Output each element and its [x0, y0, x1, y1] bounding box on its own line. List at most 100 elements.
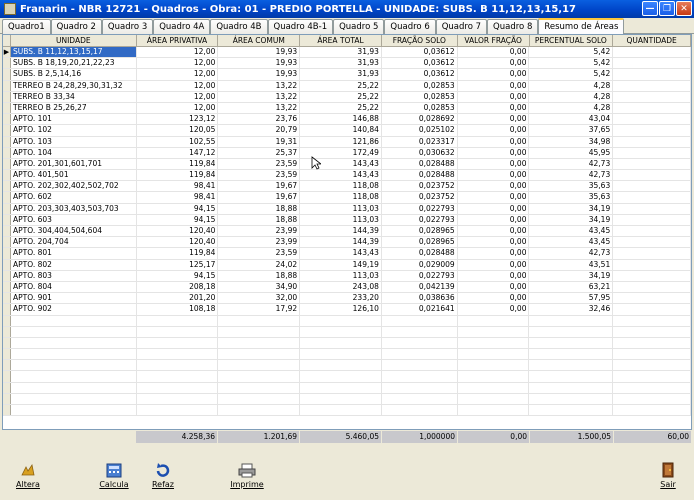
- tab-item[interactable]: Quadro 3: [101, 19, 154, 34]
- table-cell[interactable]: 120,40: [137, 226, 219, 237]
- table-cell[interactable]: 42,73: [529, 158, 614, 170]
- table-cell[interactable]: 0,00: [458, 102, 530, 114]
- row-indicator[interactable]: [3, 270, 11, 281]
- table-cell[interactable]: 34,19: [529, 270, 614, 281]
- table-cell[interactable]: APTO. 401,501: [11, 170, 137, 181]
- row-indicator[interactable]: [3, 203, 11, 214]
- table-cell[interactable]: 43,51: [529, 259, 614, 270]
- table-cell[interactable]: 19,67: [218, 181, 301, 192]
- table-cell[interactable]: TERREO B 24,28,29,30,31,32: [11, 80, 137, 91]
- table-cell[interactable]: 4,28: [529, 91, 614, 102]
- table-cell[interactable]: 57,95: [529, 293, 614, 304]
- table-cell[interactable]: [613, 170, 691, 181]
- table-cell[interactable]: APTO. 202,302,402,502,702: [11, 181, 137, 192]
- table-row[interactable]: APTO. 803 94,15 18,88 113,03 0,022793 0,00 34,…: [3, 270, 691, 282]
- table-cell[interactable]: 118,08: [300, 181, 382, 192]
- table-cell[interactable]: 0,02853: [382, 80, 458, 91]
- table-cell[interactable]: 34,98: [529, 136, 614, 147]
- close-button[interactable]: ✕: [676, 1, 692, 16]
- row-indicator[interactable]: [3, 259, 11, 270]
- tab-item[interactable]: Quadro 5: [333, 19, 385, 34]
- table-row[interactable]: APTO. 204,704 120,40 23,99 144,39 0,028965 0,…: [3, 237, 691, 249]
- table-cell[interactable]: 5,42: [529, 69, 614, 80]
- table-cell[interactable]: 0,00: [458, 80, 530, 91]
- current-row-pointer-icon[interactable]: ▶: [3, 47, 11, 58]
- table-cell[interactable]: 31,93: [300, 58, 382, 69]
- tab-item[interactable]: Quadro 4B-1: [267, 19, 334, 34]
- tab-item[interactable]: Quadro1: [2, 19, 51, 34]
- table-cell[interactable]: [613, 237, 691, 248]
- table-cell[interactable]: 19,93: [218, 58, 301, 69]
- altera-button[interactable]: Altera: [8, 462, 48, 489]
- table-cell[interactable]: 35,63: [529, 192, 614, 203]
- table-row[interactable]: APTO. 802 125,17 24,02 149,19 0,029009 0,00 43…: [3, 259, 691, 271]
- table-row[interactable]: APTO. 401,501 119,84 23,59 143,43 0,028488 0,…: [3, 170, 691, 182]
- table-row[interactable]: TERREO B 25,26,27 12,00 13,22 25,22 0,02853 0…: [3, 102, 691, 115]
- table-cell[interactable]: 19,31: [218, 136, 301, 147]
- table-cell[interactable]: 19,67: [218, 192, 301, 203]
- calcula-button[interactable]: Calcula: [94, 462, 134, 489]
- table-cell[interactable]: 63,21: [529, 281, 614, 293]
- row-indicator[interactable]: [3, 102, 11, 114]
- table-cell[interactable]: 0,00: [458, 158, 530, 170]
- table-cell[interactable]: 4,28: [529, 102, 614, 114]
- table-cell[interactable]: 98,41: [137, 192, 219, 203]
- table-cell[interactable]: 0,00: [458, 136, 530, 147]
- table-cell[interactable]: SUBS. B 18,19,20,21,22,23: [11, 58, 137, 69]
- column-header[interactable]: ÁREA PRIVATIVA: [137, 35, 219, 46]
- table-cell[interactable]: 120,05: [137, 125, 219, 136]
- table-cell[interactable]: 0,00: [458, 91, 530, 102]
- table-cell[interactable]: 24,02: [218, 259, 301, 270]
- table-cell[interactable]: [613, 181, 691, 192]
- table-cell[interactable]: [613, 259, 691, 270]
- table-cell[interactable]: 13,22: [218, 102, 301, 114]
- table-cell[interactable]: 94,15: [137, 203, 219, 214]
- table-cell[interactable]: 42,73: [529, 248, 614, 259]
- table-cell[interactable]: APTO. 204,704: [11, 237, 137, 248]
- table-cell[interactable]: 0,00: [458, 214, 530, 225]
- row-indicator[interactable]: [3, 58, 11, 69]
- table-cell[interactable]: 43,45: [529, 226, 614, 237]
- table-cell[interactable]: 23,59: [218, 158, 301, 170]
- table-cell[interactable]: 143,43: [300, 170, 382, 181]
- table-cell[interactable]: 45,95: [529, 147, 614, 158]
- table-cell[interactable]: 0,023752: [382, 192, 458, 203]
- table-cell[interactable]: 149,19: [300, 259, 382, 270]
- table-cell[interactable]: 108,18: [137, 304, 219, 315]
- table-cell[interactable]: [613, 147, 691, 158]
- table-cell[interactable]: 31,93: [300, 69, 382, 80]
- table-cell[interactable]: 18,88: [218, 203, 301, 214]
- table-cell[interactable]: 20,79: [218, 125, 301, 136]
- table-cell[interactable]: 126,10: [300, 304, 382, 315]
- table-cell[interactable]: APTO. 802: [11, 259, 137, 270]
- table-cell[interactable]: 0,028692: [382, 114, 458, 125]
- table-cell[interactable]: 43,04: [529, 114, 614, 125]
- row-indicator[interactable]: [3, 304, 11, 315]
- column-header[interactable]: UNIDADE: [11, 35, 137, 46]
- row-indicator[interactable]: [3, 181, 11, 192]
- column-header[interactable]: QUANTIDADE: [613, 35, 691, 46]
- table-cell[interactable]: 0,00: [458, 58, 530, 69]
- table-cell[interactable]: 0,022793: [382, 214, 458, 225]
- table-cell[interactable]: 144,39: [300, 226, 382, 237]
- table-cell[interactable]: 0,021641: [382, 304, 458, 315]
- table-cell[interactable]: 12,00: [137, 80, 219, 91]
- table-cell[interactable]: 23,99: [218, 226, 301, 237]
- table-cell[interactable]: APTO. 101: [11, 114, 137, 125]
- table-cell[interactable]: TERREO B 33,34: [11, 91, 137, 102]
- table-cell[interactable]: 19,93: [218, 47, 301, 58]
- table-cell[interactable]: 94,15: [137, 214, 219, 225]
- table-cell[interactable]: [613, 226, 691, 237]
- table-cell[interactable]: 13,22: [218, 91, 301, 102]
- row-indicator[interactable]: [3, 69, 11, 80]
- table-cell[interactable]: 0,028488: [382, 170, 458, 181]
- title-bar[interactable]: Franarin - NBR 12721 - Quadros - Obra: 0…: [0, 0, 694, 18]
- table-cell[interactable]: 0,00: [458, 181, 530, 192]
- table-cell[interactable]: 12,00: [137, 58, 219, 69]
- row-indicator[interactable]: [3, 192, 11, 203]
- table-cell[interactable]: 0,00: [458, 170, 530, 181]
- table-row[interactable]: APTO. 603 94,15 18,88 113,03 0,022793 0,00 34,…: [3, 214, 691, 226]
- table-row[interactable]: APTO. 104 147,12 25,37 172,49 0,030632 0,00 45…: [3, 147, 691, 159]
- table-row[interactable]: SUBS. B 18,19,20,21,22,23 12,00 19,93 31,93…: [3, 58, 691, 70]
- table-cell[interactable]: [613, 125, 691, 136]
